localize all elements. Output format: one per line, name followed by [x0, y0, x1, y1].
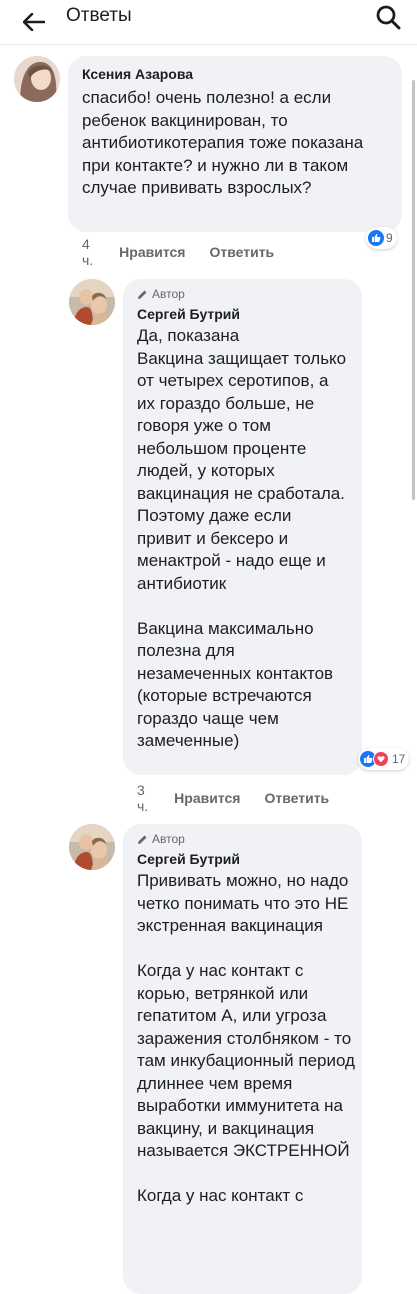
avatar-image [69, 279, 115, 325]
comment-text: Прививать можно, но надо четко понимать … [137, 871, 355, 1205]
avatar[interactable] [69, 279, 115, 325]
comment-bubble: Ксения Азарова спасибо! очень полезно! а… [68, 56, 402, 232]
comment-bubble: Автор Сергей Бутрий Прививать можно, но … [123, 824, 362, 1294]
like-button[interactable]: Нравится [174, 790, 240, 806]
back-button[interactable] [18, 6, 50, 38]
like-button[interactable]: Нравится [119, 244, 185, 260]
search-button[interactable] [373, 2, 403, 32]
comment-time[interactable]: 3 ч. [137, 782, 148, 814]
heart-icon [373, 751, 389, 767]
back-arrow-icon [23, 13, 45, 31]
reaction-count: 9 [386, 231, 393, 245]
comment-text: Да, показана Вакцина защищает только от … [137, 326, 347, 750]
comment-bubble: Автор Сергей Бутрий Да, показана Вакцина… [123, 279, 362, 775]
comment-author[interactable]: Сергей Бутрий [137, 305, 348, 323]
author-badge-label: Автор [152, 832, 185, 846]
avatar-image [69, 824, 115, 870]
reply-button[interactable]: Ответить [264, 790, 329, 806]
comment-actions: 4 ч. Нравится Ответить [82, 236, 298, 268]
comment-time[interactable]: 4 ч. [82, 236, 93, 268]
scrollbar[interactable] [412, 80, 415, 500]
comment-author[interactable]: Ксения Азарова [82, 65, 388, 83]
avatar[interactable] [69, 824, 115, 870]
reaction-count: 17 [392, 752, 406, 766]
author-badge: Автор [137, 832, 348, 846]
pencil-icon [138, 835, 147, 844]
search-icon [376, 5, 401, 30]
app-header: Ответы [0, 0, 417, 45]
pencil-icon [138, 290, 147, 299]
reaction-summary[interactable]: 9 [366, 227, 397, 249]
comment-actions: 3 ч. Нравится Ответить [137, 782, 353, 814]
avatar-image [14, 56, 60, 102]
comment-author[interactable]: Сергей Бутрий [137, 850, 348, 868]
like-icon [368, 230, 384, 246]
author-badge-label: Автор [152, 287, 185, 301]
avatar[interactable] [14, 56, 60, 102]
reaction-summary[interactable]: 17 [358, 748, 410, 770]
reply-button[interactable]: Ответить [209, 244, 274, 260]
page-title: Ответы [66, 5, 132, 26]
author-badge: Автор [137, 287, 348, 301]
comment-text: спасибо! очень полезно! а если ребенок в… [82, 88, 364, 197]
